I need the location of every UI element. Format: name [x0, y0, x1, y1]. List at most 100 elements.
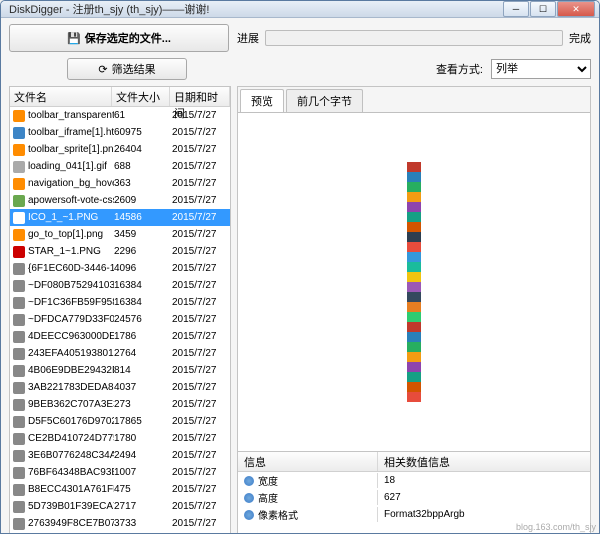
file-name: go_to_top[1].png: [28, 229, 114, 240]
progress-done-label: 完成: [569, 30, 591, 46]
table-row[interactable]: 76BF64348BAC93B3CF...10072015/7/27: [10, 464, 230, 481]
file-icon: [12, 262, 26, 276]
view-mode-select[interactable]: 列举: [491, 59, 591, 79]
file-date: 2015/7/27: [172, 212, 230, 223]
file-date: 2015/7/27: [172, 195, 230, 206]
file-name: 76BF64348BAC93B3CF...: [28, 467, 114, 478]
info-label: 像素格式: [238, 507, 378, 522]
file-size: 14586: [114, 212, 172, 223]
info-label: 宽度: [238, 473, 378, 488]
file-icon: [12, 160, 26, 174]
file-size: 273: [114, 399, 172, 410]
file-size: 17865: [114, 416, 172, 427]
file-size: 814: [114, 365, 172, 376]
file-date: 2015/7/27: [172, 314, 230, 325]
filter-results-button[interactable]: ⟳ 筛选结果: [67, 58, 187, 80]
file-name: ~DF080B75294103641...: [28, 280, 114, 291]
file-date: 2015/7/27: [172, 382, 230, 393]
table-row[interactable]: toolbar_sprite[1].png264042015/7/27: [10, 141, 230, 158]
list-header: 文件名 文件大小 日期和时间: [10, 87, 230, 107]
col-header-name[interactable]: 文件名: [10, 87, 112, 106]
file-date: 2015/7/27: [172, 365, 230, 376]
table-row[interactable]: toolbar_iframe[1].htm609752015/7/27: [10, 124, 230, 141]
minimize-button[interactable]: ─: [503, 1, 529, 17]
table-row[interactable]: {6F1EC60D-3446-11E...40962015/7/27: [10, 260, 230, 277]
col-header-size[interactable]: 文件大小: [112, 87, 170, 106]
file-icon: [12, 143, 26, 157]
file-size: 60975: [114, 127, 172, 138]
file-size: 2296: [114, 246, 172, 257]
file-size: 26404: [114, 144, 172, 155]
progress-label: 进展: [237, 30, 259, 46]
info-row: 像素格式Format32bppArgb: [238, 506, 590, 523]
file-name: toolbar_transparent[1...: [28, 110, 114, 121]
table-row[interactable]: loading_041[1].gif6882015/7/27: [10, 158, 230, 175]
table-row[interactable]: ~DFDCA779D33F0410...245762015/7/27: [10, 311, 230, 328]
file-list[interactable]: toolbar_transparent[1...612015/7/27toolb…: [10, 107, 230, 534]
gear-icon: [244, 476, 254, 486]
col-header-date[interactable]: 日期和时间: [170, 87, 230, 106]
file-icon: [12, 296, 26, 310]
file-name: 243EFA405193801F10...: [28, 348, 114, 359]
tab-preview[interactable]: 预览: [240, 89, 284, 112]
table-row[interactable]: ICO_1_~1.PNG145862015/7/27: [10, 209, 230, 226]
close-button[interactable]: ✕: [557, 1, 595, 17]
table-row[interactable]: 243EFA405193801F10...27642015/7/27: [10, 345, 230, 362]
table-row[interactable]: 9BEB362C707A3E300...2732015/7/27: [10, 396, 230, 413]
window-title: DiskDigger - 注册th_sjy (th_sjy)——谢谢!: [5, 1, 503, 17]
file-name: CE2BD410724D775EB...: [28, 433, 114, 444]
table-row[interactable]: CE2BD410724D775EB...17802015/7/27: [10, 430, 230, 447]
table-row[interactable]: D5F5C60176D9702E3...178652015/7/27: [10, 413, 230, 430]
titlebar[interactable]: DiskDigger - 注册th_sjy (th_sjy)——谢谢! ─ ☐ …: [1, 1, 599, 18]
file-size: 4096: [114, 263, 172, 274]
file-size: 2609: [114, 195, 172, 206]
table-row[interactable]: 5D739B01F39ECA76A...27172015/7/27: [10, 498, 230, 515]
table-row[interactable]: 2763949F8CE7B07CB...37332015/7/27: [10, 515, 230, 532]
preview-panel: 预览 前几个字节 信息 相关数值信息 宽度18高度627像素格式Format32…: [237, 86, 591, 534]
file-name: B8ECC4301A761FD32...: [28, 484, 114, 495]
table-row[interactable]: 3AB221783DEDA8FD9...40372015/7/27: [10, 379, 230, 396]
save-selected-button[interactable]: 💾 保存选定的文件...: [9, 24, 229, 52]
file-icon: [12, 347, 26, 361]
preview-image: [406, 162, 422, 402]
gear-icon: [244, 493, 254, 503]
file-name: 4DEECC963000DE6E...: [28, 331, 114, 342]
table-row[interactable]: ~DF1C36FB59F958C3...163842015/7/27: [10, 294, 230, 311]
file-size: 2494: [114, 450, 172, 461]
table-row[interactable]: toolbar_transparent[1...612015/7/27: [10, 107, 230, 124]
info-header: 信息 相关数值信息: [238, 452, 590, 472]
main-split: 文件名 文件大小 日期和时间 toolbar_transparent[1...6…: [9, 86, 591, 534]
table-row[interactable]: 3E6B0776248C34AEE1...24942015/7/27: [10, 447, 230, 464]
file-date: 2015/7/27: [172, 280, 230, 291]
preview-tabs: 预览 前几个字节: [238, 87, 590, 112]
file-icon: [12, 398, 26, 412]
file-size: 475: [114, 484, 172, 495]
file-date: 2015/7/27: [172, 467, 230, 478]
table-row[interactable]: navigation_bg_hover[...3632015/7/27: [10, 175, 230, 192]
table-row[interactable]: ~DF080B75294103641...163842015/7/27: [10, 277, 230, 294]
file-size: 3733: [114, 518, 172, 529]
file-size: 24576: [114, 314, 172, 325]
table-row[interactable]: 4B06E9DBE29432E326...8142015/7/27: [10, 362, 230, 379]
table-row[interactable]: B8ECC4301A761FD32...4752015/7/27: [10, 481, 230, 498]
file-date: 2015/7/27: [172, 263, 230, 274]
table-row[interactable]: go_to_top[1].png34592015/7/27: [10, 226, 230, 243]
file-icon: [12, 381, 26, 395]
table-row[interactable]: 4DEECC963000DE6E...17862015/7/27: [10, 328, 230, 345]
file-name: 5D739B01F39ECA76A...: [28, 501, 114, 512]
file-date: 2015/7/27: [172, 433, 230, 444]
file-icon: [12, 228, 26, 242]
progress-area: 进展 完成: [237, 30, 591, 46]
table-row[interactable]: apowersoft-vote-css[...26092015/7/27: [10, 192, 230, 209]
tab-bytes[interactable]: 前几个字节: [286, 89, 363, 112]
table-row[interactable]: STAR_1~1.PNG22962015/7/27: [10, 243, 230, 260]
maximize-button[interactable]: ☐: [530, 1, 556, 17]
toolbar-row-1: 💾 保存选定的文件... 进展 完成: [9, 24, 591, 52]
file-size: 1786: [114, 331, 172, 342]
info-value: 18: [378, 475, 590, 486]
file-name: 9BEB362C707A3E300...: [28, 399, 114, 410]
info-label: 高度: [238, 490, 378, 505]
file-size: 4037: [114, 382, 172, 393]
file-icon: [12, 483, 26, 497]
file-size: 16384: [114, 297, 172, 308]
